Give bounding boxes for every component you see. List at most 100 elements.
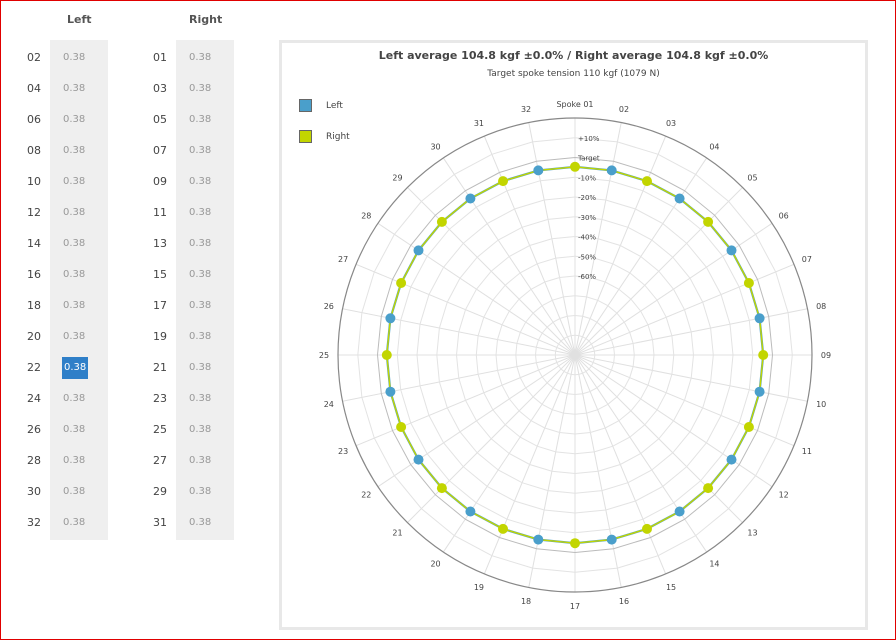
right-data-point [436,483,447,494]
spoke-label: 19 [474,583,484,592]
right-spoke-value[interactable]: 0.38 [189,47,211,69]
left-data-point [413,454,424,465]
spoke-label: 13 [747,528,757,537]
right-spoke-number: 13 [153,237,167,250]
spoke-label: 29 [392,174,402,183]
left-spoke-number: 32 [27,516,41,529]
right-spoke-number: 27 [153,454,167,467]
spoke-label: 15 [666,583,676,592]
right-spoke-number: 09 [153,175,167,188]
right-spoke-value[interactable]: 0.38 [189,326,211,348]
left-spoke-value[interactable]: 0.38 [63,171,85,193]
left-spoke-value[interactable]: 0.38 [63,481,85,503]
right-spoke-value[interactable]: 0.38 [189,202,211,224]
left-spoke-value[interactable]: 0.38 [63,109,85,131]
left-spoke-number: 18 [27,299,41,312]
right-spoke-value[interactable]: 0.38 [189,357,211,379]
right-spoke-value[interactable]: 0.38 [189,295,211,317]
right-spoke-value[interactable]: 0.38 [189,78,211,100]
right-spoke-value[interactable]: 0.38 [189,512,211,534]
left-data-point [465,193,476,204]
left-spoke-value[interactable]: 0.38 [63,419,85,441]
spoke-label: 18 [521,597,531,606]
radar-plot: +10% Target -10% -20% -30% -40% -50% -60% Spoke … [319,100,831,611]
right-spoke-number: 05 [153,113,167,126]
radial-axis-label: -60% [578,273,596,281]
left-data-point [674,506,685,517]
right-spoke-number: 03 [153,82,167,95]
left-data-point [754,313,765,324]
left-data-point [533,165,544,176]
right-data-point [570,161,580,172]
left-spoke-value[interactable]: 0.38 [63,388,85,410]
right-spoke-number: 17 [153,299,167,312]
left-spoke-value[interactable]: 0.38 [63,264,85,286]
radial-axis-label: -50% [578,253,596,261]
spoke-label: 16 [619,597,629,606]
right-spoke-number: 29 [153,485,167,498]
spoke-label: 25 [319,351,329,360]
right-data-point [758,350,769,360]
left-spoke-number: 02 [27,51,41,64]
spoke-label: 14 [709,560,719,569]
radial-axis-label: -40% [578,234,596,242]
right-spoke-value[interactable]: 0.38 [189,419,211,441]
spoke-label: 08 [816,302,826,311]
left-spoke-value[interactable]: 0.38 [63,78,85,100]
spoke-label: 09 [821,351,831,360]
spoke-label: 04 [709,142,719,151]
right-spoke-value[interactable]: 0.38 [189,264,211,286]
spoke-label: 06 [779,212,789,221]
left-data-point [385,313,396,324]
left-spoke-number: 12 [27,206,41,219]
right-spoke-value[interactable]: 0.38 [189,450,211,472]
spoke-label: 05 [747,174,757,183]
left-data-point [533,534,544,545]
spoke-label: Spoke 01 [556,100,593,109]
left-spoke-number: 28 [27,454,41,467]
left-spoke-number: 30 [27,485,41,498]
left-spoke-number: 06 [27,113,41,126]
right-data-point [703,483,714,494]
right-spoke-value[interactable]: 0.38 [189,481,211,503]
left-spoke-value[interactable]: 0.38 [63,233,85,255]
right-data-point [743,422,754,432]
right-spoke-number: 31 [153,516,167,529]
left-spoke-value[interactable]: 0.38 [63,202,85,224]
left-spoke-number: 08 [27,144,41,157]
left-spoke-value[interactable]: 0.38 [63,326,85,348]
right-spoke-value[interactable]: 0.38 [189,109,211,131]
right-data-point [743,278,754,288]
right-spoke-value[interactable]: 0.38 [189,140,211,162]
right-data-point [703,216,714,227]
left-spoke-number: 10 [27,175,41,188]
right-column-header: Right [189,13,223,26]
left-spoke-number: 22 [27,361,41,374]
right-spoke-number: 15 [153,268,167,281]
left-spoke-value[interactable]: 0.38 [63,47,85,69]
left-spoke-value[interactable]: 0.38 [63,295,85,317]
spoke-label: 07 [802,255,812,264]
right-spoke-value[interactable]: 0.38 [189,388,211,410]
right-data-point [642,176,652,187]
right-spoke-number: 01 [153,51,167,64]
left-spoke-value[interactable]: 0.38 [62,357,89,379]
right-spoke-value[interactable]: 0.38 [189,171,211,193]
right-data-point [498,176,508,187]
right-data-point [570,538,580,549]
right-data-point [396,278,407,288]
left-spoke-value[interactable]: 0.38 [63,140,85,162]
left-spoke-value[interactable]: 0.38 [63,512,85,534]
left-spoke-value[interactable]: 0.38 [63,450,85,472]
right-data-point [436,216,447,227]
spoke-label: 02 [619,105,629,114]
spoke-label: 21 [392,528,402,537]
left-data-point [726,245,737,256]
spoke-label: 31 [474,119,484,128]
right-spoke-value[interactable]: 0.38 [189,233,211,255]
radial-axis-label: +10% [578,135,600,143]
left-spoke-number: 04 [27,82,41,95]
spoke-label: 32 [521,105,531,114]
right-data-point [396,422,407,432]
right-spoke-number: 07 [153,144,167,157]
